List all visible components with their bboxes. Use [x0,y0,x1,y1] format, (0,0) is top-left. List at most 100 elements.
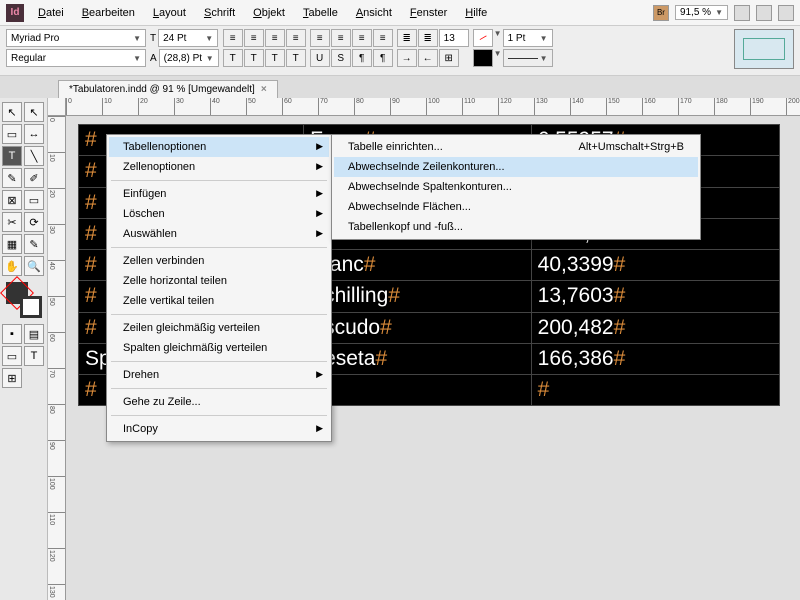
justify1-icon[interactable]: ≡ [310,29,330,47]
eyedropper-tool[interactable]: ✎ [24,234,44,254]
table-cell[interactable]: 13,7603# [531,281,779,312]
normal-mode[interactable]: ▭ [2,346,22,366]
pen-tool[interactable]: ✎ [2,168,22,188]
rect-tool[interactable]: ▭ [24,190,44,210]
table-cell[interactable]: Schilling# [304,281,532,312]
menu-item[interactable]: Tabellenoptionen▶ [109,137,329,157]
leading-field[interactable]: (28,8) Pt▼ [159,49,219,67]
table-cell[interactable]: 40,3399# [531,250,779,281]
fill-stroke-control[interactable] [6,282,42,318]
menu-ansicht[interactable]: Ansicht [348,4,400,22]
gradient-tool[interactable]: ▦ [2,234,22,254]
indent1-icon[interactable]: → [397,49,417,67]
menu-bearbeiten[interactable]: Bearbeiten [74,4,143,22]
super-icon[interactable]: T [265,49,285,67]
submenu-item[interactable]: Abwechselnde Spaltenkonturen... [334,177,698,197]
sub-icon[interactable]: T [286,49,306,67]
menu-layout[interactable]: Layout [145,4,194,22]
submenu-item[interactable]: Tabellenkopf und -fuß... [334,217,698,237]
indent2-icon[interactable]: ← [418,49,438,67]
ruler-origin[interactable] [48,98,66,116]
table-cell[interactable]: Peseta# [304,343,532,374]
table-cell[interactable]: 166,386# [531,343,779,374]
line-tool[interactable]: ╲ [24,146,44,166]
table-cell[interactable]: # [304,375,532,406]
black-swatch-icon[interactable] [473,49,493,67]
arrange-icon[interactable] [778,5,794,21]
context-menu: Tabellenoptionen▶Zellenoptionen▶ Einfügen… [106,134,332,442]
menu-fenster[interactable]: Fenster [402,4,455,22]
align-center-icon[interactable]: ≡ [244,29,264,47]
para2-icon[interactable]: ¶ [373,49,393,67]
selection-tool[interactable]: ↖ [2,102,22,122]
align-right-icon[interactable]: ≡ [265,29,285,47]
pencil-tool[interactable]: ✐ [24,168,44,188]
menu-item[interactable]: Zeilen gleichmäßig verteilen [109,318,329,338]
menu-item[interactable]: Spalten gleichmäßig verteilen [109,338,329,358]
apply-color[interactable]: ▪ [2,324,22,344]
balance-icon[interactable]: ⊞ [439,49,459,67]
menu-item[interactable]: Zelle horizontal teilen [109,271,329,291]
menu-item[interactable]: Drehen▶ [109,365,329,385]
none-swatch-icon[interactable]: / [473,29,493,47]
direct-select-tool[interactable]: ↖ [24,102,44,122]
menu-objekt[interactable]: Objekt [245,4,293,22]
document-tab[interactable]: *Tabulatoren.indd @ 91 % [Umgewandelt] × [58,80,278,98]
menu-datei[interactable]: Datei [30,4,72,22]
para1-icon[interactable]: ¶ [352,49,372,67]
menu-item[interactable]: Löschen▶ [109,204,329,224]
preview-mode[interactable]: T [24,346,44,366]
menu-item[interactable]: Zellen verbinden [109,251,329,271]
screen-mode-icon[interactable] [756,5,772,21]
strike-icon[interactable]: S [331,49,351,67]
stroke-weight-field[interactable]: 1 Pt▼ [503,29,553,47]
align-left-icon[interactable]: ≡ [223,29,243,47]
underline-icon[interactable]: U [310,49,330,67]
menu-item[interactable]: Zelle vertikal teilen [109,291,329,311]
menu-item[interactable]: Zellenoptionen▶ [109,157,329,177]
table-cell[interactable]: Franc# [304,250,532,281]
justify3-icon[interactable]: ≡ [352,29,372,47]
table-cell[interactable]: 200,482# [531,312,779,343]
menu-item[interactable]: InCopy▶ [109,419,329,439]
ruler-vertical[interactable]: 0102030405060708090100110120130140 [48,116,66,600]
table-cell[interactable]: Escudo# [304,312,532,343]
font-family-field[interactable]: Myriad Pro▼ [6,29,146,47]
stroke-style-field[interactable]: ▼ [503,49,553,67]
table-cell[interactable]: # [531,375,779,406]
menu-item[interactable]: Gehe zu Zeile... [109,392,329,412]
menu-tabelle[interactable]: Tabelle [295,4,346,22]
hand-tool[interactable]: ✋ [2,256,22,276]
frame-tool[interactable]: ⊠ [2,190,22,210]
type-tool[interactable]: T [2,146,22,166]
justify2-icon[interactable]: ≡ [331,29,351,47]
menu-item[interactable]: Einfügen▶ [109,184,329,204]
transform-tool[interactable]: ⟳ [24,212,44,232]
align-justify-icon[interactable]: ≡ [286,29,306,47]
font-style-field[interactable]: Regular▼ [6,49,146,67]
page-tool[interactable]: ▭ [2,124,22,144]
menu-schrift[interactable]: Schrift [196,4,243,22]
menu-item[interactable]: Auswählen▶ [109,224,329,244]
view-options-icon[interactable] [734,5,750,21]
justify4-icon[interactable]: ≡ [373,29,393,47]
zoom-level[interactable]: 91,5 %▼ [675,5,728,20]
screen-mode[interactable]: ⊞ [2,368,22,388]
zoom-tool[interactable]: 🔍 [24,256,44,276]
bridge-icon[interactable]: Br [653,5,669,21]
font-size-field[interactable]: 24 Pt▼ [158,29,218,47]
submenu-item[interactable]: Abwechselnde Flächen... [334,197,698,217]
scissors-tool[interactable]: ✂ [2,212,22,232]
close-icon[interactable]: × [261,84,267,95]
columns-field[interactable]: 13 [439,29,469,47]
submenu-item[interactable]: Tabelle einrichten...Alt+Umschalt+Strg+B [334,137,698,157]
list2-icon[interactable]: ≣ [418,29,438,47]
ruler-horizontal[interactable]: 0102030405060708090100110120130140150160… [66,98,800,116]
gap-tool[interactable]: ↔ [24,124,44,144]
submenu-item[interactable]: Abwechselnde Zeilenkonturen... [334,157,698,177]
menu-hilfe[interactable]: Hilfe [457,4,495,22]
caps-icon[interactable]: T [223,49,243,67]
smallcaps-icon[interactable]: T [244,49,264,67]
list1-icon[interactable]: ≣ [397,29,417,47]
apply-gradient[interactable]: ▤ [24,324,44,344]
